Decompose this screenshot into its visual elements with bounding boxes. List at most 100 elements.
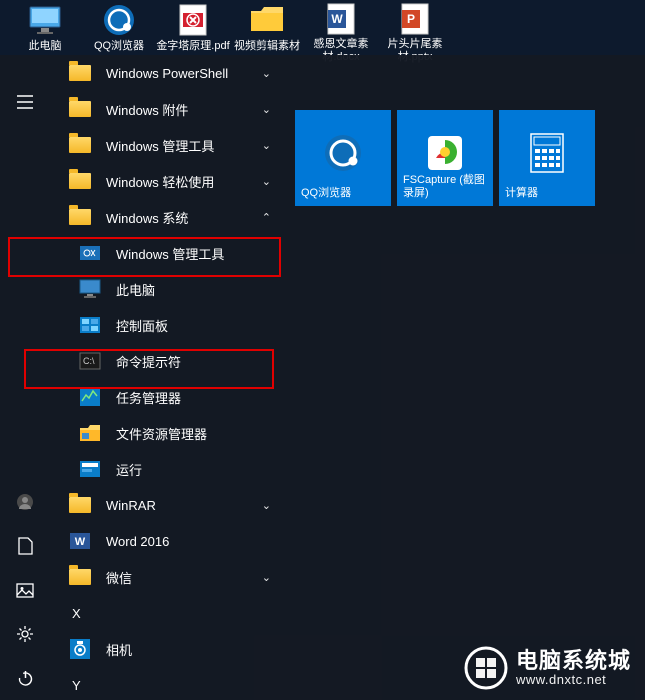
svg-text:W: W — [75, 536, 86, 548]
chevron-down-icon: ⌄ — [262, 139, 271, 152]
admin-tools-icon — [78, 241, 102, 265]
app-item-run[interactable]: 运行 — [50, 451, 285, 487]
folder-icon — [68, 97, 92, 121]
qq-browser-icon — [101, 2, 137, 38]
control-panel-icon — [78, 313, 102, 337]
app-folder-powershell[interactable]: Windows PowerShell ⌄ — [50, 55, 285, 91]
app-label: Windows PowerShell — [106, 66, 262, 81]
watermark: 电脑系统城 www.dnxtc.net — [464, 646, 631, 690]
desktop-icon-label: 此电脑 — [29, 40, 62, 53]
explorer-icon — [78, 421, 102, 445]
tile-label: 计算器 — [505, 187, 589, 200]
app-item-admin-tools[interactable]: Windows 管理工具 — [50, 235, 285, 271]
app-item-cmd[interactable]: C:\ 命令提示符 — [50, 343, 285, 379]
letter-header-x[interactable]: X — [50, 595, 285, 631]
app-label: Windows 管理工具 — [106, 136, 262, 155]
power-button[interactable] — [0, 656, 50, 700]
app-folder-winrar[interactable]: WinRAR ⌄ — [50, 487, 285, 523]
app-label: 此电脑 — [116, 280, 285, 299]
desktop-icon-label: 金字塔原理.pdf — [156, 40, 229, 53]
tile-qq-browser[interactable]: QQ浏览器 — [295, 110, 391, 206]
folder-icon — [68, 205, 92, 229]
start-tiles: QQ浏览器 FSCapture (截图录屏) 计算器 — [285, 55, 595, 700]
documents-button[interactable] — [0, 524, 50, 568]
app-item-control-panel[interactable]: 控制面板 — [50, 307, 285, 343]
watermark-url: www.dnxtc.net — [516, 673, 631, 687]
desktop-icon-docx[interactable]: W 感恩文章素材.docx — [304, 2, 378, 55]
app-label: Windows 系统 — [106, 208, 262, 227]
settings-button[interactable] — [0, 612, 50, 656]
run-icon — [78, 457, 102, 481]
app-item-word[interactable]: W Word 2016 — [50, 523, 285, 559]
hamburger-button[interactable] — [0, 80, 50, 124]
calculator-icon — [529, 132, 565, 174]
watermark-title: 电脑系统城 — [516, 649, 631, 673]
letter-header-y[interactable]: Y — [50, 667, 285, 700]
desktop-icon-label: 视频剪辑素材 — [234, 40, 300, 53]
qq-browser-icon — [322, 132, 364, 174]
svg-text:C:\: C:\ — [83, 356, 95, 366]
word-doc-icon: W — [323, 2, 359, 36]
desktop-icon-video[interactable]: 视频剪辑素材 — [230, 2, 304, 55]
chevron-down-icon: ⌄ — [262, 103, 271, 116]
fscapture-icon — [426, 134, 464, 172]
app-label: 文件资源管理器 — [116, 424, 285, 443]
app-label: Windows 附件 — [106, 100, 262, 119]
desktop-icon-pptx[interactable]: P 片头片尾素材.pptx — [378, 2, 452, 55]
app-folder-admintools[interactable]: Windows 管理工具 ⌄ — [50, 127, 285, 163]
app-item-task-manager[interactable]: 任务管理器 — [50, 379, 285, 415]
folder-icon — [68, 493, 92, 517]
monitor-icon — [27, 2, 63, 38]
desktop-icon-qqbrowser[interactable]: QQ浏览器 — [82, 2, 156, 55]
folder-video-icon — [249, 2, 285, 38]
app-label: WinRAR — [106, 498, 262, 513]
app-item-camera[interactable]: 相机 — [50, 631, 285, 667]
tile-label: QQ浏览器 — [301, 187, 385, 200]
powerpoint-icon: P — [397, 2, 433, 36]
chevron-down-icon: ⌄ — [262, 571, 271, 584]
folder-icon — [68, 565, 92, 589]
terminal-icon: C:\ — [78, 349, 102, 373]
chevron-down-icon: ⌄ — [262, 175, 271, 188]
pdf-icon — [175, 2, 211, 38]
tile-calculator[interactable]: 计算器 — [499, 110, 595, 206]
app-label: Word 2016 — [106, 534, 285, 549]
start-menu: Windows PowerShell ⌄ Windows 附件 ⌄ Window… — [0, 55, 645, 700]
chevron-up-icon: ⌃ — [262, 211, 271, 224]
svg-text:P: P — [407, 12, 415, 26]
pictures-button[interactable] — [0, 568, 50, 612]
word-icon: W — [68, 529, 92, 553]
chevron-down-icon: ⌄ — [262, 499, 271, 512]
app-label: Windows 管理工具 — [116, 244, 285, 263]
app-item-file-explorer[interactable]: 文件资源管理器 — [50, 415, 285, 451]
desktop-icon-label: QQ浏览器 — [94, 40, 144, 53]
user-account-button[interactable] — [0, 480, 50, 524]
tile-label: FSCapture (截图录屏) — [403, 174, 487, 200]
chevron-down-icon: ⌄ — [262, 67, 271, 80]
app-folder-ease-of-access[interactable]: Windows 轻松使用 ⌄ — [50, 163, 285, 199]
app-label: 相机 — [106, 640, 285, 659]
desktop-icon-pdf[interactable]: 金字塔原理.pdf — [156, 2, 230, 55]
desktop-icon-thispc[interactable]: 此电脑 — [8, 2, 82, 55]
camera-icon — [68, 637, 92, 661]
app-label: 命令提示符 — [116, 352, 285, 371]
desktop-icons-row: 此电脑 QQ浏览器 金字塔原理.pdf 视频剪辑素材 W 感恩文章素材.docx… — [0, 0, 645, 55]
folder-icon — [68, 133, 92, 157]
start-left-rail — [0, 55, 50, 700]
folder-icon — [68, 61, 92, 85]
app-folder-windows-system[interactable]: Windows 系统 ⌃ — [50, 199, 285, 235]
app-label: Windows 轻松使用 — [106, 172, 262, 191]
all-apps-list: Windows PowerShell ⌄ Windows 附件 ⌄ Window… — [50, 55, 285, 700]
watermark-logo-icon — [464, 646, 508, 690]
svg-text:W: W — [331, 12, 343, 26]
app-label: 控制面板 — [116, 316, 285, 335]
app-label: 运行 — [116, 460, 285, 479]
app-item-this-pc[interactable]: 此电脑 — [50, 271, 285, 307]
monitor-icon — [78, 277, 102, 301]
app-folder-accessories[interactable]: Windows 附件 ⌄ — [50, 91, 285, 127]
app-label: 微信 — [106, 568, 262, 587]
app-folder-wechat[interactable]: 微信 ⌄ — [50, 559, 285, 595]
folder-icon — [68, 169, 92, 193]
tile-fscapture[interactable]: FSCapture (截图录屏) — [397, 110, 493, 206]
app-label: 任务管理器 — [116, 388, 285, 407]
